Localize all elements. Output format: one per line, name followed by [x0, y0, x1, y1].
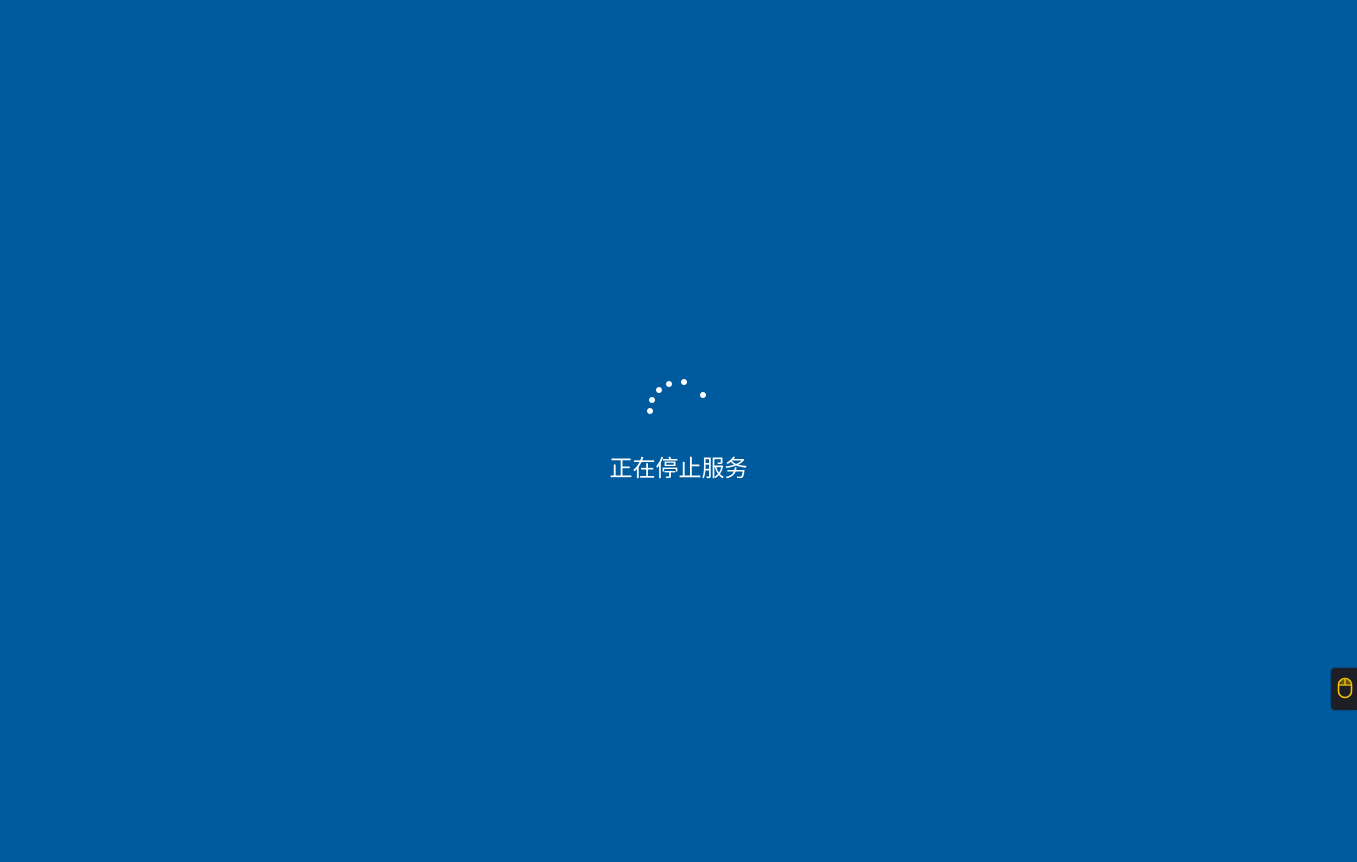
mouse-icon [1337, 677, 1353, 699]
spinner-dot [700, 392, 706, 398]
spinner-dot [656, 387, 662, 393]
side-widget-button[interactable] [1331, 668, 1357, 710]
spinner-dot [681, 379, 687, 385]
loading-spinner [640, 370, 716, 420]
status-text: 正在停止服务 [609, 456, 748, 482]
spinner-dot [666, 381, 672, 387]
spinner-dot [649, 397, 655, 403]
shutdown-screen: 正在停止服务 [0, 0, 1357, 862]
spinner-dot [647, 408, 653, 414]
